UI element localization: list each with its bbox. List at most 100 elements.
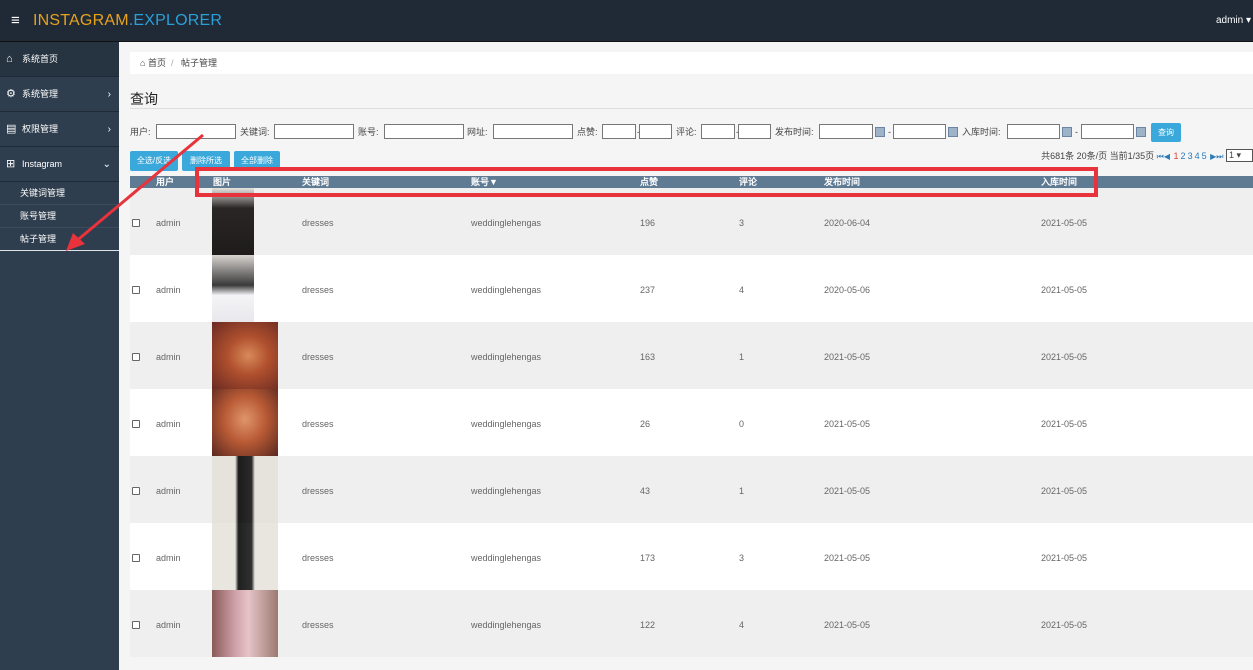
filter-comments-max-input[interactable] [738,124,771,139]
calendar-icon[interactable] [948,127,958,137]
filter-likes-min-input[interactable] [602,124,636,139]
filter-keyword-input[interactable] [274,124,354,139]
cell-keyword: dresses [302,218,334,228]
range-dash: - [1075,127,1078,137]
filter-publish-end-input[interactable] [893,124,946,139]
table-row[interactable]: admin dresses weddinglehengas 122 4 2021-05-0… [130,590,1253,657]
top-navbar: ≡ INSTAGRAM.EXPLORER admin ▾ [0,0,1253,42]
row-checkbox[interactable] [132,621,140,629]
cell-likes: 163 [640,352,656,362]
sidebar-subitem-keywords[interactable]: 关键词管理 [0,182,119,205]
sidebar-item-label: Instagram [22,159,63,169]
cell-published: 2020-05-06 [824,285,871,295]
highlight-box [195,167,1098,197]
row-checkbox[interactable] [132,286,140,294]
toggle-select-button[interactable]: 全选/反选 [130,151,178,171]
cell-likes: 237 [640,285,656,295]
filter-account-label: 账号: [358,127,379,137]
last-page-icon[interactable]: ⏭ [1216,152,1223,161]
cell-keyword: dresses [302,419,334,429]
table-row[interactable]: admin dresses weddinglehengas 26 0 2021-05-05… [130,389,1253,456]
cell-comments: 1 [739,486,745,496]
sidebar-item-system[interactable]: ⚙ 系统管理 › [0,77,119,112]
post-image[interactable] [212,322,278,389]
breadcrumb-home[interactable]: 首页 [148,58,166,68]
post-image[interactable] [212,188,254,255]
chevron-down-icon: ⌄ [102,159,111,170]
row-checkbox[interactable] [132,353,140,361]
filter-user-input[interactable] [156,124,236,139]
table-row[interactable]: admin dresses weddinglehengas 196 3 2020-06-0… [130,188,1253,255]
first-page-icon[interactable]: ⏮ [1157,152,1164,161]
sidebar-item-home[interactable]: ⌂ 系统首页 [0,42,119,77]
post-image[interactable] [212,456,278,523]
app-brand[interactable]: INSTAGRAM.EXPLORER [33,11,222,31]
post-image[interactable] [212,389,278,456]
table-row[interactable]: admin dresses weddinglehengas 173 3 2021-05-0… [130,523,1253,590]
post-image[interactable] [212,255,254,322]
breadcrumb-current: 帖子管理 [181,58,218,68]
filter-url-input[interactable] [493,124,573,139]
cell-comments: 3 [739,553,745,563]
range-dash: - [888,127,891,137]
menu-toggle-icon[interactable]: ≡ [11,12,20,30]
cell-keyword: dresses [302,352,334,362]
page-link-1[interactable]: 1 [1174,151,1179,161]
page-link-4[interactable]: 4 [1195,151,1200,161]
page-link-5[interactable]: 5 [1202,151,1207,161]
brand-part1: INSTAGRAM [33,12,129,29]
col-user[interactable]: 用户 [156,176,174,188]
user-menu[interactable]: admin ▾ [1216,15,1251,26]
cell-published: 2021-05-05 [824,620,871,630]
calendar-icon[interactable] [1136,127,1146,137]
calendar-icon[interactable] [875,127,885,137]
page-link-2[interactable]: 2 [1181,151,1186,161]
filter-likes-label: 点赞: [577,127,598,137]
chevron-right-icon: › [107,89,111,100]
sidebar-item-instagram[interactable]: ⊞ Instagram ⌄ [0,147,119,182]
cell-stored: 2021-05-05 [1041,285,1088,295]
calendar-icon[interactable] [1062,127,1072,137]
post-image[interactable] [212,523,278,590]
sidebar-subitem-accounts[interactable]: 账号管理 [0,205,119,228]
sidebar-subitem-posts[interactable]: 帖子管理 [0,228,119,251]
filter-account-input[interactable] [384,124,464,139]
cell-comments: 4 [739,285,745,295]
row-checkbox[interactable] [132,420,140,428]
cell-user: admin [156,419,181,429]
cell-comments: 4 [739,620,745,630]
filter-storage-end-input[interactable] [1081,124,1134,139]
filter-likes-max-input[interactable] [639,124,672,139]
prev-page-icon[interactable]: ◀ [1164,152,1170,161]
filter-storage-start-input[interactable] [1007,124,1060,139]
filter-url-label: 网址: [467,127,488,137]
table-row[interactable]: admin dresses weddinglehengas 43 1 2021-05-05… [130,456,1253,523]
cell-stored: 2021-05-05 [1041,218,1088,228]
cell-stored: 2021-05-05 [1041,419,1088,429]
query-button[interactable]: 查询 [1151,123,1181,142]
sidebar-item-label: 系统首页 [22,54,59,64]
table-row[interactable]: admin dresses weddinglehengas 237 4 2020-05-0… [130,255,1253,322]
post-image[interactable] [212,590,278,657]
table-row[interactable]: admin dresses weddinglehengas 163 1 2021-05-0… [130,322,1253,389]
row-checkbox[interactable] [132,554,140,562]
home-icon: ⌂ [6,53,13,65]
filter-comments-min-input[interactable] [701,124,735,139]
cell-stored: 2021-05-05 [1041,352,1088,362]
cell-keyword: dresses [302,486,334,496]
filter-publish-start-input[interactable] [819,124,873,139]
row-checkbox[interactable] [132,219,140,227]
id-card-icon: ▤ [6,123,17,135]
pagination-summary: 共681条 20条/页 当前1/35页 [1041,151,1155,161]
brand-part2: .EXPLORER [128,12,223,29]
cell-account: weddinglehengas [471,352,542,362]
page-link-3[interactable]: 3 [1188,151,1193,161]
breadcrumb-separator: / [170,58,174,68]
cell-keyword: dresses [302,285,334,295]
cell-user: admin [156,352,181,362]
sidebar-item-permissions[interactable]: ▤ 权限管理 › [0,112,119,147]
cell-user: admin [156,620,181,630]
sidebar: ⌂ 系统首页 ⚙ 系统管理 › ▤ 权限管理 › ⊞ Instagram ⌄ 关键词管理… [0,42,119,670]
page-select[interactable]: 1 ▾ [1226,149,1253,162]
row-checkbox[interactable] [132,487,140,495]
